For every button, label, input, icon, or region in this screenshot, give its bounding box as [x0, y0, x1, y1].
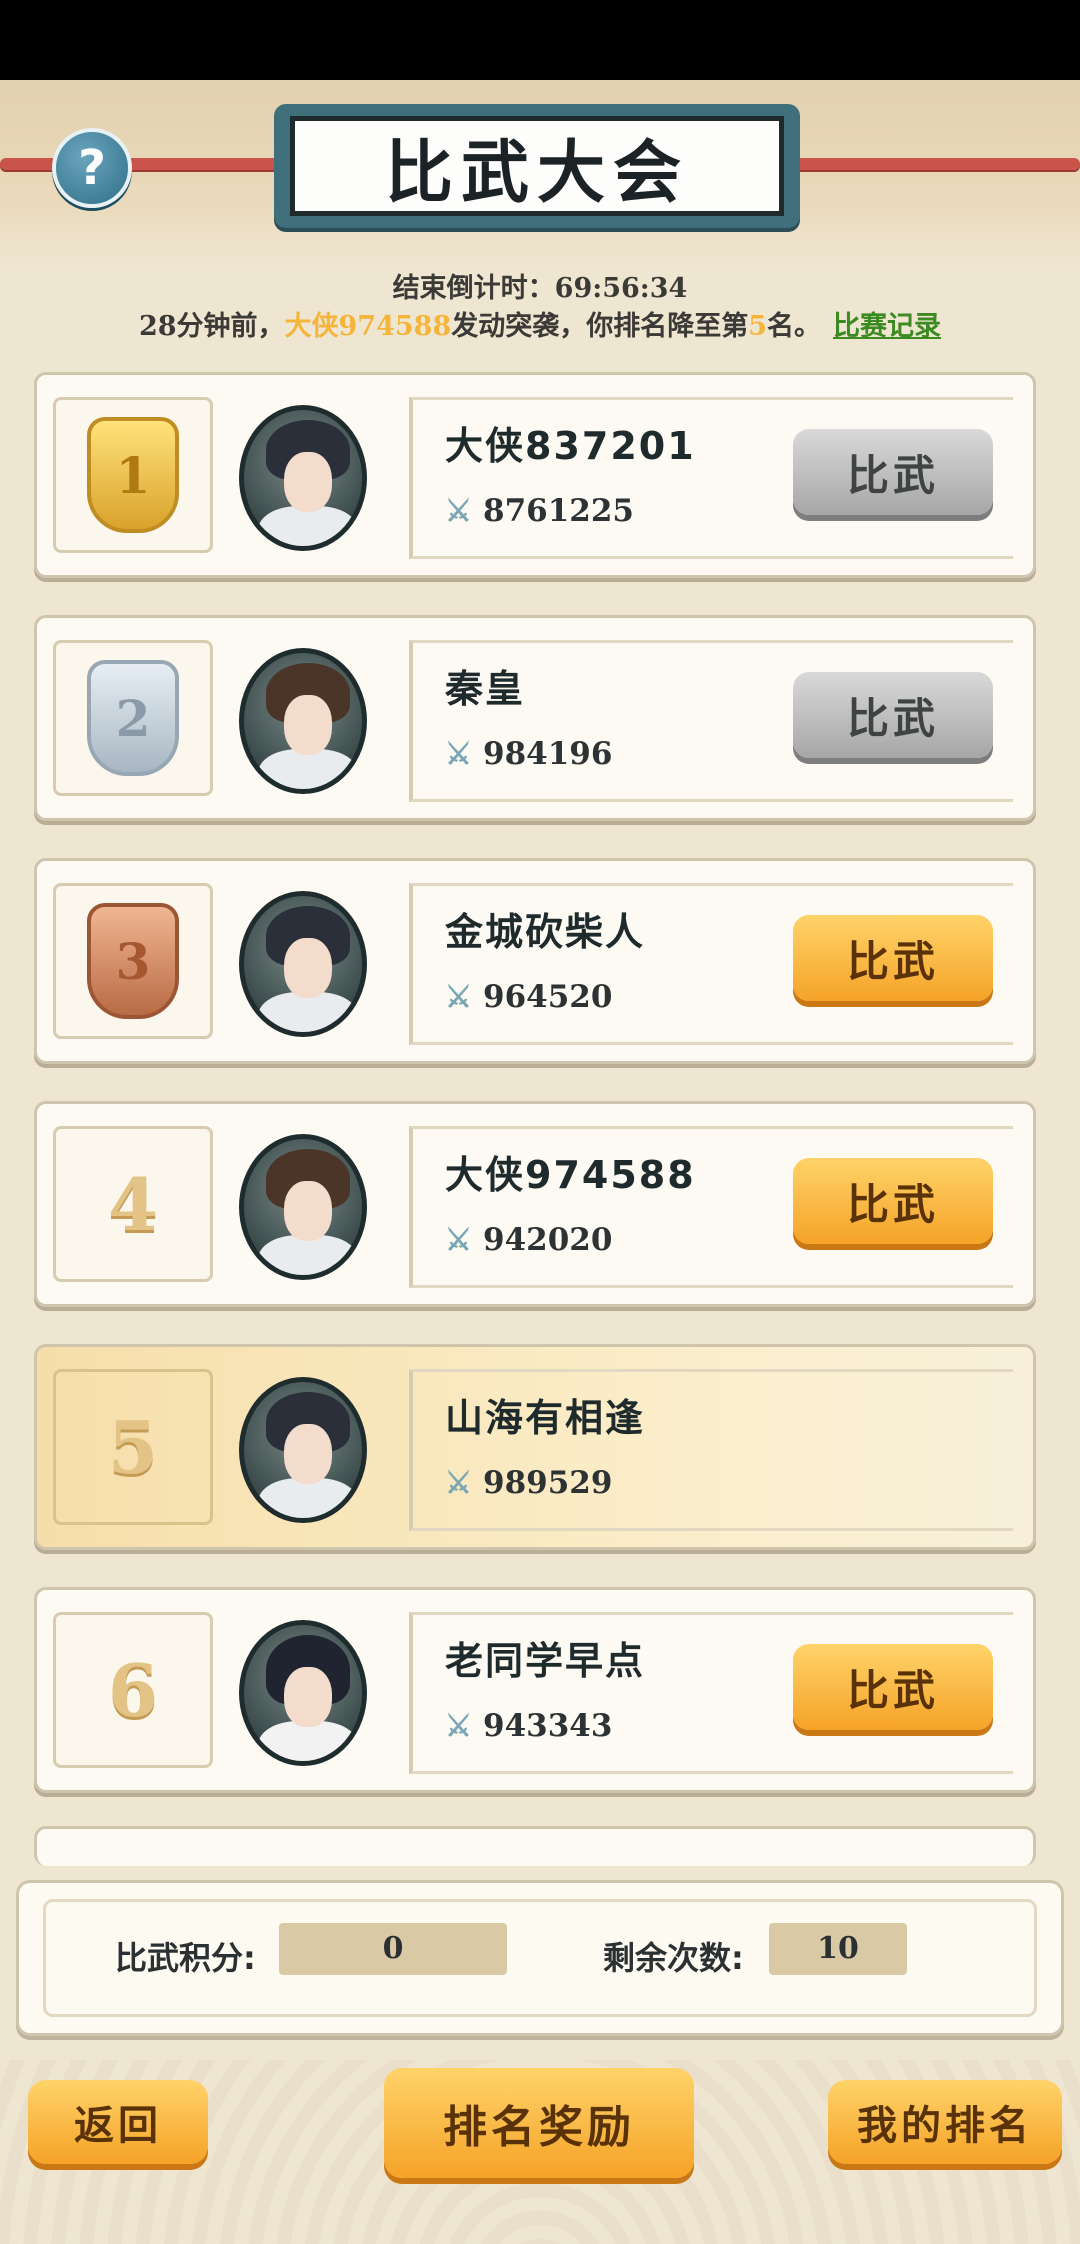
- notice-attacker: 大侠974588: [284, 311, 452, 342]
- rank-number: 5: [107, 1404, 159, 1490]
- ranking-rewards-button[interactable]: 排名奖励: [384, 2068, 694, 2178]
- attack-notice: 28分钟前，大侠974588发动突袭，你排名降至第5名。 比赛记录: [0, 304, 1080, 343]
- avatar[interactable]: [239, 1377, 367, 1523]
- avatar[interactable]: [239, 1620, 367, 1766]
- crossed-swords-icon: ⚔: [445, 494, 472, 529]
- rank-number: 4: [107, 1161, 159, 1247]
- power-number: 943343: [483, 1708, 613, 1744]
- notice-rank: 5: [748, 311, 768, 342]
- power-number: 8761225: [483, 493, 634, 529]
- player-name: 大侠974588: [445, 1153, 696, 1197]
- avatar[interactable]: [239, 891, 367, 1037]
- player-name: 秦皇: [445, 667, 526, 711]
- rope-left: [0, 158, 290, 170]
- crossed-swords-icon: ⚔: [445, 737, 472, 772]
- crossed-swords-icon: ⚔: [445, 1223, 472, 1258]
- bronze-medal-icon: 3: [87, 903, 179, 1019]
- duel-button[interactable]: 比武: [793, 672, 993, 758]
- player-name: 金城砍柴人: [445, 910, 646, 954]
- avatar[interactable]: [239, 648, 367, 794]
- power-value: ⚔ 943343: [445, 1708, 612, 1744]
- crossed-swords-icon: ⚔: [445, 1466, 472, 1501]
- player-card: 1 大侠837201 ⚔ 8761225 比武: [34, 372, 1036, 578]
- gold-medal-icon: 1: [87, 417, 179, 533]
- crossed-swords-icon: ⚔: [445, 980, 472, 1015]
- player-card-self: 5 山海有相逢 ⚔ 989529: [34, 1344, 1036, 1550]
- power-number: 989529: [483, 1465, 613, 1501]
- duel-button[interactable]: 比武: [793, 1644, 993, 1730]
- power-value: ⚔ 8761225: [445, 493, 634, 529]
- page-title: 比武大会: [384, 133, 689, 213]
- notice-middle: 发动突袭，你排名降至第: [451, 311, 749, 342]
- match-record-link[interactable]: 比赛记录: [833, 311, 941, 342]
- player-card: 3 金城砍柴人 ⚔ 964520 比武: [34, 858, 1036, 1064]
- rope-right: [790, 158, 1080, 170]
- title-plaque: 比武大会: [274, 104, 800, 228]
- notice-suffix: 名。: [767, 311, 822, 342]
- player-card-partial: [34, 1826, 1036, 1866]
- power-value: ⚔ 942020: [445, 1222, 612, 1258]
- player-card: 6 老同学早点 ⚔ 943343 比武: [34, 1587, 1036, 1793]
- status-bar: [0, 0, 1080, 80]
- duel-button[interactable]: 比武: [793, 915, 993, 1001]
- rank-box: 6: [53, 1612, 213, 1768]
- help-icon[interactable]: ?: [52, 128, 132, 208]
- power-number: 984196: [483, 736, 613, 772]
- points-value: 0: [279, 1923, 507, 1975]
- duel-button[interactable]: 比武: [793, 1158, 993, 1244]
- player-card: 2 秦皇 ⚔ 984196 比武: [34, 615, 1036, 821]
- notice-prefix: 28分钟前，: [138, 311, 285, 342]
- remaining-label: 剩余次数:: [603, 1939, 744, 1977]
- power-value: ⚔ 989529: [445, 1465, 612, 1501]
- remaining-value: 10: [769, 1923, 907, 1975]
- points-label: 比武积分:: [115, 1939, 256, 1977]
- player-name: 老同学早点: [445, 1639, 646, 1683]
- power-number: 964520: [483, 979, 613, 1015]
- avatar[interactable]: [239, 1134, 367, 1280]
- my-rank-button[interactable]: 我的排名: [828, 2080, 1062, 2164]
- power-value: ⚔ 984196: [445, 736, 612, 772]
- rank-box: 3: [53, 883, 213, 1039]
- rank-box: 5: [53, 1369, 213, 1525]
- rank-box: 1: [53, 397, 213, 553]
- back-button[interactable]: 返回: [28, 2080, 208, 2164]
- rank-number: 6: [107, 1647, 159, 1733]
- crossed-swords-icon: ⚔: [445, 1709, 472, 1744]
- countdown-timer: 结束倒计时：69:56:34: [392, 273, 688, 304]
- silver-medal-icon: 2: [87, 660, 179, 776]
- score-panel: 比武积分: 0 剩余次数: 10: [16, 1880, 1064, 2036]
- player-name: 大侠837201: [445, 424, 696, 468]
- title-plaque-inner: 比武大会: [290, 116, 784, 216]
- rank-box: 4: [53, 1126, 213, 1282]
- avatar[interactable]: [239, 405, 367, 551]
- duel-button[interactable]: 比武: [793, 429, 993, 515]
- player-card: 4 大侠974588 ⚔ 942020 比武: [34, 1101, 1036, 1307]
- player-name: 山海有相逢: [445, 1396, 646, 1440]
- rank-box: 2: [53, 640, 213, 796]
- power-value: ⚔ 964520: [445, 979, 612, 1015]
- power-number: 942020: [483, 1222, 613, 1258]
